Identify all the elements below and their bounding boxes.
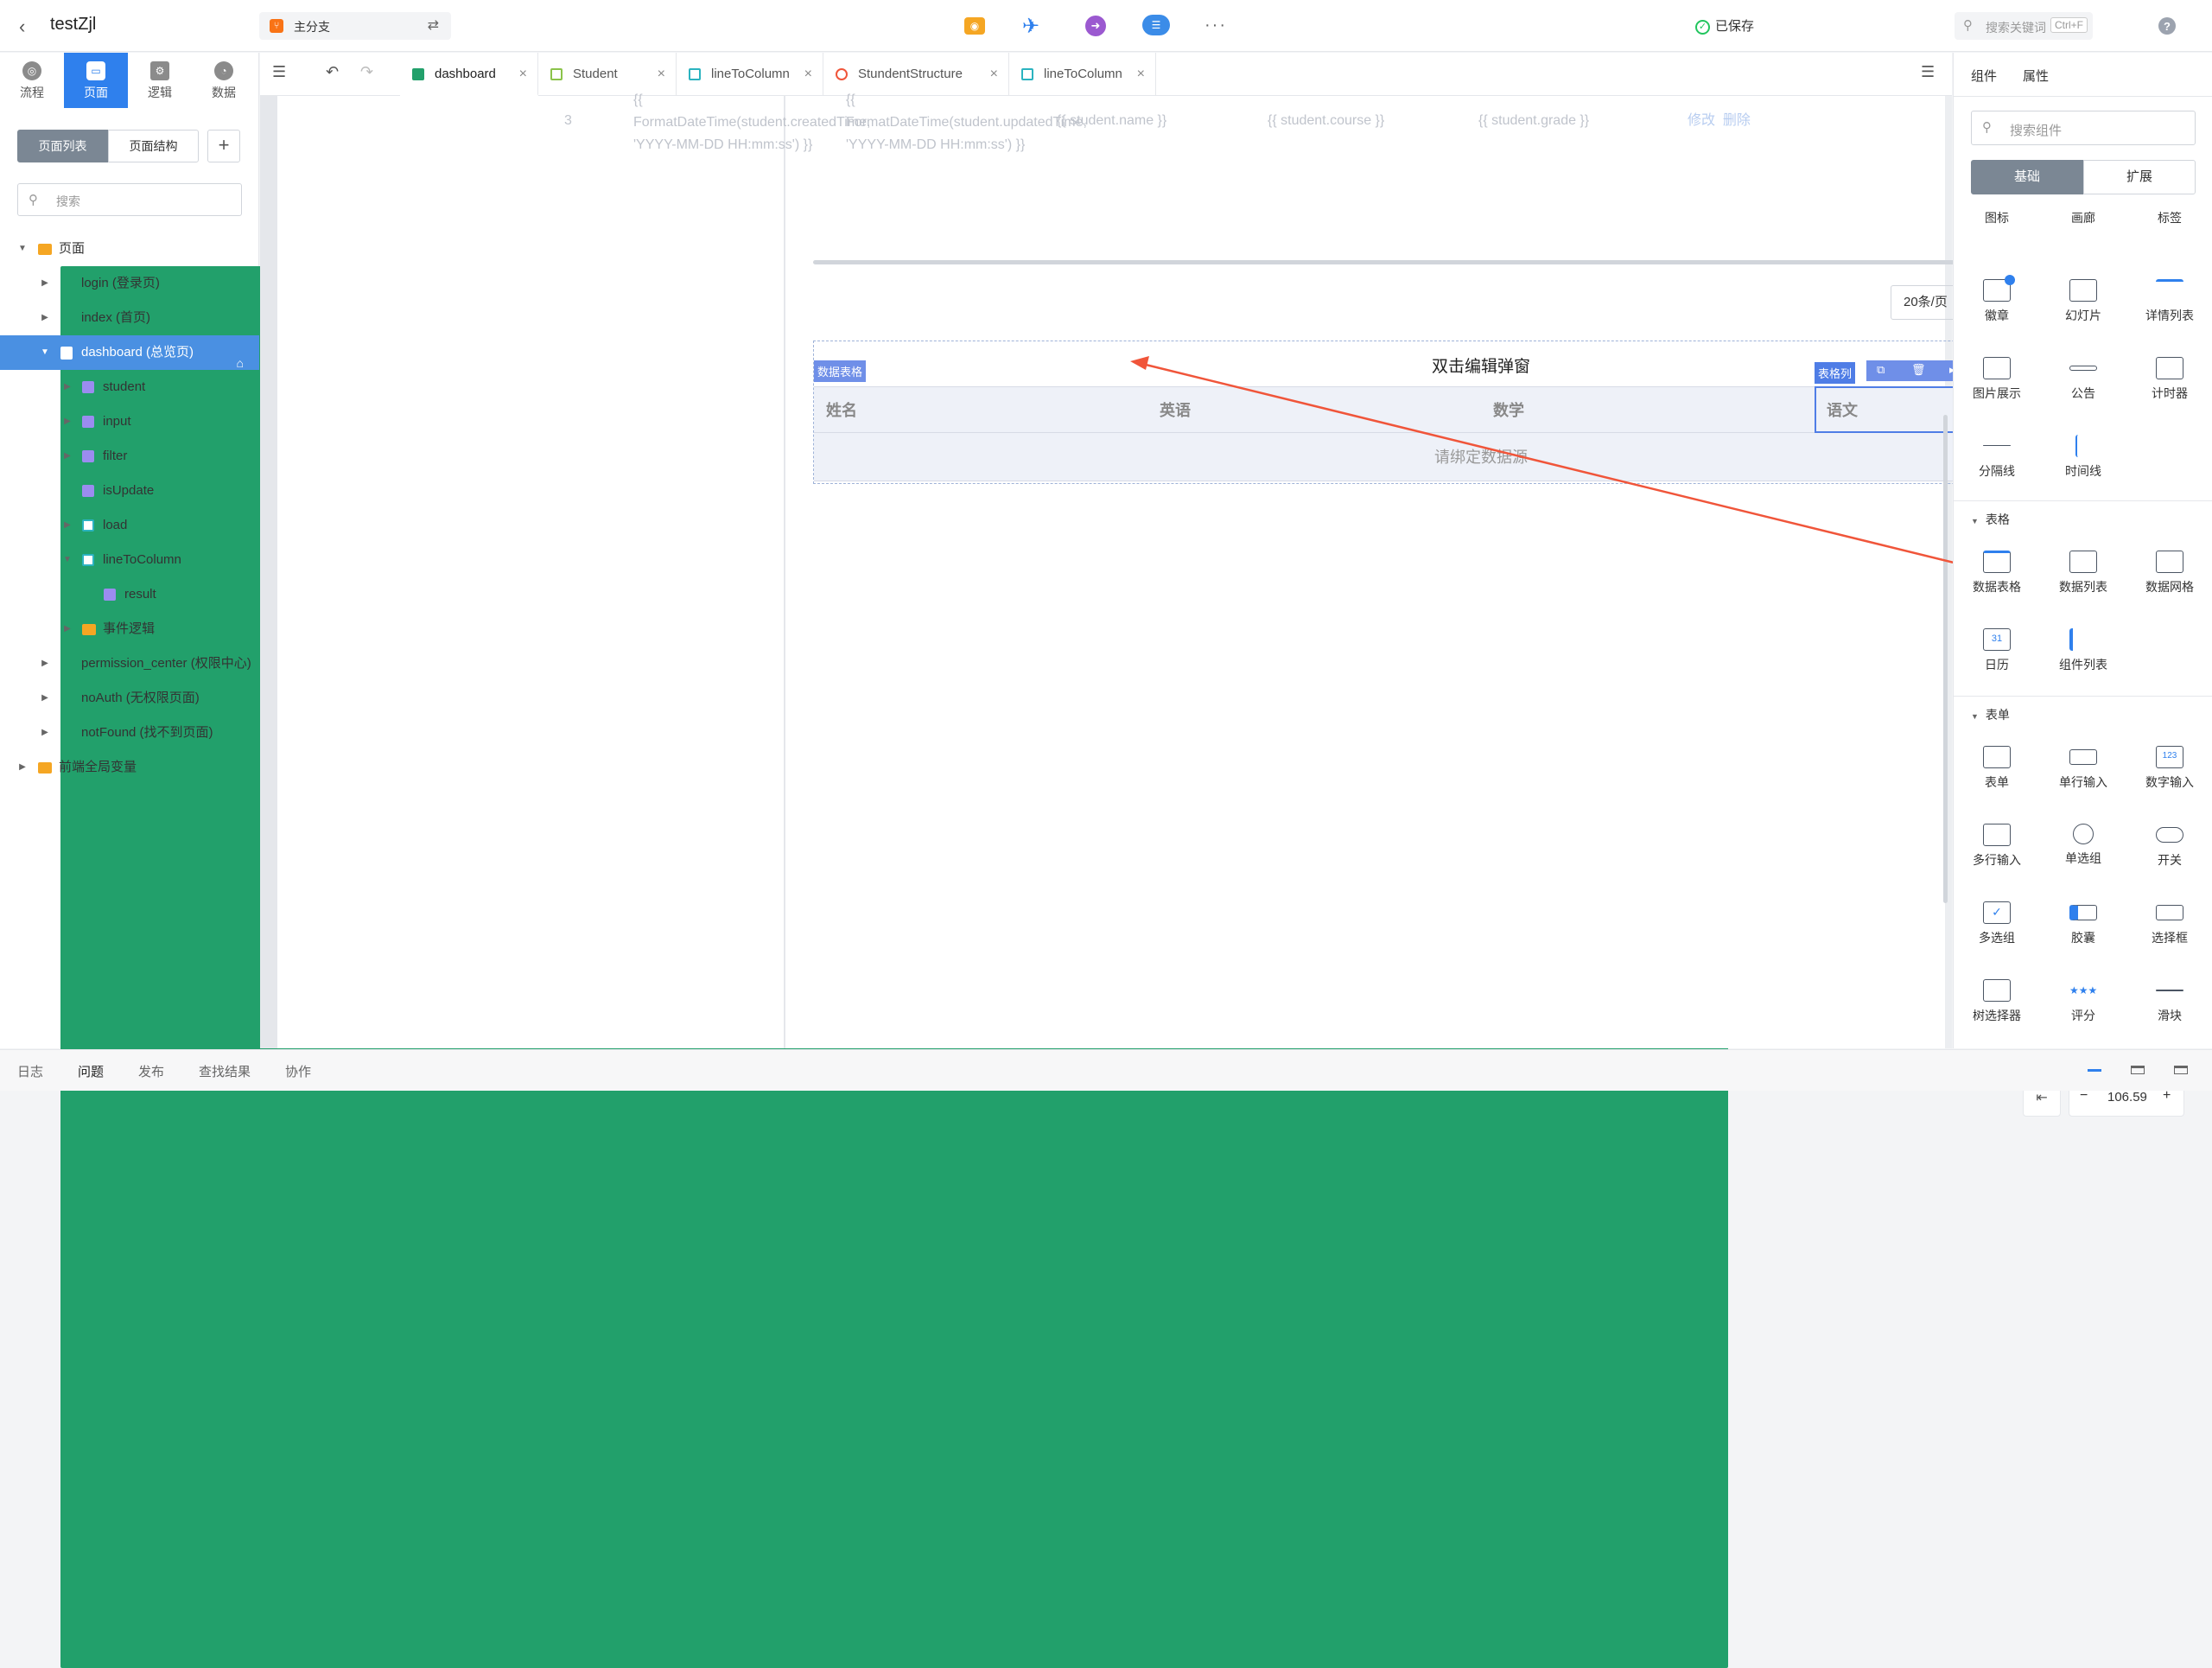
caret-down-icon: ▼ xyxy=(1971,712,1979,721)
divider xyxy=(1954,500,2212,501)
calendar-icon: 31 xyxy=(1983,628,2011,651)
radio-icon xyxy=(2073,824,2094,844)
divider xyxy=(1954,696,2212,697)
data-list-icon xyxy=(2069,551,2097,573)
right-panel: 组件 属性 ⚲ 搜索组件 基础 扩展 图标 画廊 标签 徽章 幻灯片 详情列表 … xyxy=(1953,53,2212,1048)
component-search-input[interactable]: ⚲ 搜索组件 xyxy=(1971,111,2196,145)
tree-select-icon xyxy=(1983,979,2011,1002)
tab-properties[interactable]: 属性 xyxy=(2023,67,2049,85)
list-icon xyxy=(2156,279,2183,302)
star-icon: ★★★ xyxy=(2069,984,2098,996)
zoom-level[interactable]: 106.59 xyxy=(2107,1090,2147,1105)
component-data-list[interactable]: 数据列表 xyxy=(2049,551,2118,595)
arrow-line xyxy=(1141,362,1986,572)
component-data-table[interactable]: 数据表格 xyxy=(1962,551,2031,595)
toggle-icon xyxy=(2156,827,2183,843)
component-single-input[interactable]: 单行输入 xyxy=(2049,746,2118,791)
component-calendar[interactable]: 31 日历 xyxy=(1962,628,2031,673)
component-image-display[interactable]: 图片展示 xyxy=(1962,357,2031,402)
layout-full-icon[interactable] xyxy=(2174,1066,2188,1074)
bottom-tab-search-results[interactable]: 查找结果 xyxy=(199,1062,251,1080)
tab-components[interactable]: 组件 xyxy=(1971,67,1997,85)
checkbox-icon: ✓ xyxy=(1983,901,2011,924)
component-textarea[interactable]: 多行输入 xyxy=(1962,824,2031,869)
component-number-input[interactable]: 123 数字输入 xyxy=(2135,746,2204,791)
bottom-tab-publish[interactable]: 发布 xyxy=(138,1062,164,1080)
arrow-head xyxy=(1130,356,1149,370)
component-slider[interactable]: 滑块 xyxy=(2135,979,2204,1024)
bottom-bar: 日志 问题 发布 查找结果 协作 xyxy=(0,1049,2212,1091)
component-rating[interactable]: ★★★ 评分 xyxy=(2049,979,2118,1024)
component-notice[interactable]: 公告 xyxy=(2049,357,2118,402)
bottom-tab-collab[interactable]: 协作 xyxy=(285,1062,311,1080)
input-icon xyxy=(2069,749,2097,765)
component-component-list[interactable]: 组件列表 xyxy=(2049,628,2118,673)
component-data-grid[interactable]: 数据网格 xyxy=(2135,551,2204,595)
component-carousel[interactable]: 幻灯片 xyxy=(2049,279,2118,324)
caret-down-icon: ▼ xyxy=(1971,517,1979,525)
component-radio-group[interactable]: 单选组 xyxy=(2049,824,2118,867)
carousel-icon xyxy=(2069,279,2097,302)
divider-icon xyxy=(1983,445,2011,446)
textarea-icon xyxy=(1983,824,2011,846)
badge-icon xyxy=(1983,275,2015,302)
timeline-icon xyxy=(2075,435,2091,457)
component-badge[interactable]: 徽章 xyxy=(1962,275,2031,324)
search-icon: ⚲ xyxy=(1982,120,1992,135)
component-gallery[interactable]: 画廊 xyxy=(2049,209,2118,226)
section-form-header[interactable]: ▼ 表单 xyxy=(1971,706,2010,723)
form-icon xyxy=(1983,746,2011,768)
capsule-icon xyxy=(2069,905,2097,920)
component-capsule[interactable]: 胶囊 xyxy=(2049,901,2118,946)
component-list-icon xyxy=(2069,628,2097,651)
layout-split-icon[interactable] xyxy=(2131,1066,2145,1074)
number-icon: 123 xyxy=(2156,746,2183,768)
bottom-tab-log[interactable]: 日志 xyxy=(17,1062,43,1080)
component-tag[interactable]: 标签 xyxy=(2135,209,2204,226)
layout-bottom-icon[interactable] xyxy=(2088,1069,2101,1072)
component-tree-select[interactable]: 树选择器 xyxy=(1962,979,2031,1024)
component-divider[interactable]: 分隔线 xyxy=(1962,435,2031,480)
image-icon xyxy=(1983,357,2011,379)
timer-icon xyxy=(2156,357,2183,379)
component-form[interactable]: 表单 xyxy=(1962,746,2031,791)
notice-icon xyxy=(2069,366,2097,371)
component-switch[interactable]: 开关 xyxy=(2135,824,2204,869)
component-checkbox-group[interactable]: ✓ 多选组 xyxy=(1962,901,2031,946)
component-timeline[interactable]: 时间线 xyxy=(2049,435,2118,480)
component-icon[interactable]: 图标 xyxy=(1962,209,2031,226)
annotation-arrow xyxy=(1130,356,1986,572)
divider xyxy=(1954,96,2212,97)
table-icon xyxy=(1983,551,2011,573)
slider-icon xyxy=(2156,990,2183,991)
bottom-tab-problems[interactable]: 问题 xyxy=(78,1062,104,1080)
section-table-header[interactable]: ▼ 表格 xyxy=(1971,511,2010,528)
select-icon xyxy=(2156,905,2183,920)
component-select[interactable]: 选择框 xyxy=(2135,901,2204,946)
seg-extension[interactable]: 扩展 xyxy=(2083,160,2196,194)
component-detail-list[interactable]: 详情列表 xyxy=(2135,279,2204,324)
seg-basic[interactable]: 基础 xyxy=(1971,160,2083,194)
component-timer[interactable]: 计时器 xyxy=(2135,357,2204,402)
grid-icon xyxy=(2156,551,2183,573)
